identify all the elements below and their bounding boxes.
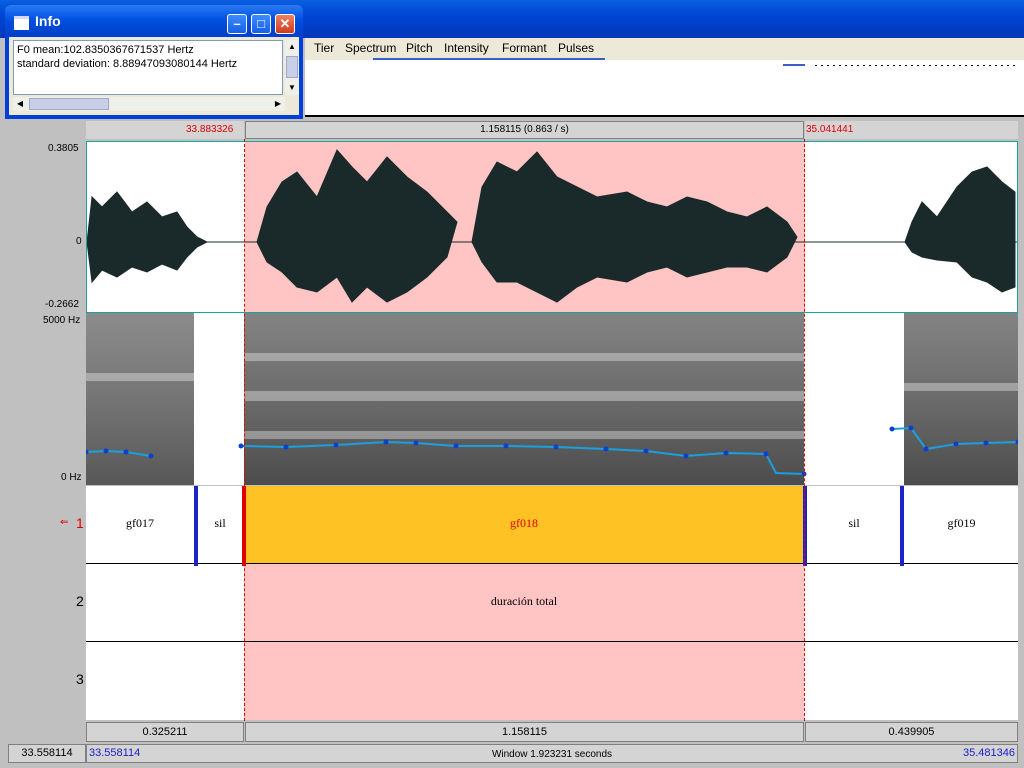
menu-pulses[interactable]: Pulses: [558, 41, 594, 55]
menu-pitch[interactable]: Pitch: [406, 41, 433, 55]
menu-spectrum[interactable]: Spectrum: [345, 41, 396, 55]
spec-fmin-label: 0 Hz: [61, 472, 82, 483]
waveform-plot: [87, 149, 1017, 303]
interval-sil-1[interactable]: sil: [198, 516, 242, 531]
scroll-right-icon[interactable]: ▶: [271, 97, 285, 111]
wave-ymax-label: 0.3805: [48, 143, 79, 154]
interval-duracion-total[interactable]: duración total: [246, 594, 802, 609]
duration-left[interactable]: 0.325211: [86, 722, 244, 742]
selection-start-line: [244, 139, 245, 721]
window-end: 35.481346: [963, 747, 1015, 759]
wave-zero-label: 0: [76, 236, 82, 247]
info-window: Info – □ ✕ F0 mean:102.8350367671537 Her…: [5, 5, 303, 119]
tier-1-number[interactable]: 1: [76, 515, 84, 531]
info-text-area[interactable]: F0 mean:102.8350367671537 Hertz standard…: [13, 40, 283, 95]
toolbar-marker: [783, 64, 805, 66]
selection-duration[interactable]: 1.158115 (0.863 / s): [245, 121, 804, 139]
wave-ymin-label: -0.2662: [45, 299, 79, 310]
menu-bar: Tier Spectrum Pitch Intensity Formant Pu…: [305, 38, 1024, 60]
selection-end-time: 35.041441: [806, 124, 854, 135]
boundary-4[interactable]: [900, 486, 904, 566]
tier-divider-2: [86, 641, 1018, 642]
spectrogram-pane[interactable]: [86, 313, 1018, 485]
scroll-up-icon[interactable]: ▲: [285, 40, 299, 54]
interval-gf019[interactable]: gf019: [905, 516, 1018, 531]
toolbar-area: [305, 60, 1024, 117]
toolbar-dotted-line: [815, 65, 1015, 66]
tier-pointer-icon: ⇐: [60, 517, 69, 528]
hscroll-thumb[interactable]: [29, 98, 109, 110]
info-content: F0 mean:102.8350367671537 Hertz standard…: [9, 37, 299, 115]
vertical-scrollbar[interactable]: ▲ ▼: [285, 40, 299, 95]
tier-3-number[interactable]: 3: [76, 671, 84, 687]
window-start: 33.558114: [89, 747, 141, 759]
window-label: Window 1.923231 seconds: [491, 749, 613, 760]
boundary-1[interactable]: [194, 486, 198, 566]
maximize-icon[interactable]: □: [251, 14, 271, 34]
interval-gf017[interactable]: gf017: [86, 516, 194, 531]
menu-formant[interactable]: Formant: [502, 41, 547, 55]
close-icon[interactable]: ✕: [275, 14, 295, 34]
spec-fmax-label: 5000 Hz: [43, 315, 81, 326]
menu-tier[interactable]: Tier: [314, 41, 334, 55]
info-title: Info: [35, 13, 61, 29]
info-line-mean: F0 mean:102.8350367671537 Hertz: [17, 44, 194, 56]
duration-right[interactable]: 0.439905: [805, 722, 1018, 742]
menu-intensity[interactable]: Intensity: [444, 41, 489, 55]
duration-selection[interactable]: 1.158115: [245, 722, 804, 742]
waveform-pane[interactable]: [86, 141, 1018, 313]
scroll-down-icon[interactable]: ▼: [285, 81, 299, 95]
selection-start-time: 33.883326: [186, 124, 234, 135]
scroll-left-icon[interactable]: ◀: [13, 97, 27, 111]
interval-sil-2[interactable]: sil: [808, 516, 900, 531]
scroll-thumb[interactable]: [286, 56, 298, 78]
horizontal-scrollbar[interactable]: ◀ ▶: [13, 97, 285, 111]
spectrogram-plot: [86, 313, 1018, 485]
interval-gf018[interactable]: gf018: [246, 516, 802, 531]
window-bar[interactable]: 33.558114 Window 1.923231 seconds 35.481…: [86, 744, 1018, 763]
tier-2-number[interactable]: 2: [76, 593, 84, 609]
tier-selection: [244, 564, 804, 720]
tier-divider-1: [86, 563, 1018, 564]
info-line-stdev: standard deviation: 8.88947093080144 Her…: [17, 58, 238, 70]
window-icon: [14, 16, 29, 30]
minimize-icon[interactable]: –: [227, 14, 247, 34]
selection-end-line: [804, 139, 805, 721]
cursor-time: 33.558114: [8, 744, 86, 763]
